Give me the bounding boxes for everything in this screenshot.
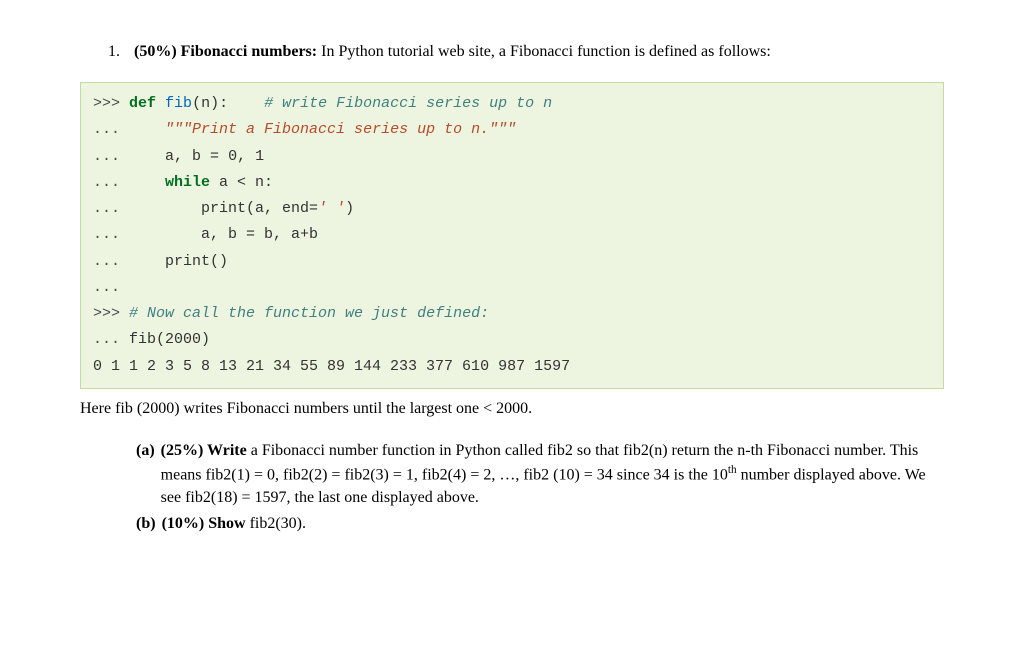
prompt: >>>	[93, 95, 129, 112]
code-line: a, b	[165, 148, 210, 165]
print-call: print	[165, 253, 210, 270]
part-a-body: (25%) Write a Fibonacci number function …	[161, 439, 944, 510]
code-block: >>> def fib(n): # write Fibonacci series…	[80, 82, 944, 389]
part-a-label: (a)	[136, 439, 155, 510]
paren: )	[345, 200, 354, 217]
prompt: ...	[93, 279, 129, 296]
prompt: ...	[93, 174, 129, 191]
code-output: 0 1 1 2 3 5 8 13 21 34 55 89 144 233 377…	[93, 358, 570, 375]
prompt: >>>	[93, 305, 129, 322]
question-intro: (50%) Fibonacci numbers: In Python tutor…	[134, 40, 944, 64]
question-header: 1. (50%) Fibonacci numbers: In Python tu…	[80, 40, 944, 64]
op: =	[210, 148, 219, 165]
nums: 0, 1	[219, 148, 264, 165]
keyword-def: def	[129, 95, 156, 112]
code-line: a, b = b, a+b	[201, 226, 318, 243]
print-args: (a, end=	[246, 200, 318, 217]
prompt: ...	[93, 226, 129, 243]
prompt: ...	[93, 200, 129, 217]
sub-questions: (a) (25%) Write a Fibonacci number funct…	[80, 439, 944, 535]
label-b: (b)	[136, 515, 156, 532]
prompt: ...	[93, 121, 129, 138]
part-b-text: fib2(30).	[246, 515, 306, 532]
part-a-verb: Write	[207, 442, 247, 459]
prompt: ...	[93, 331, 129, 348]
question-intro-text: In Python tutorial web site, a Fibonacci…	[321, 43, 771, 60]
part-b-body: (10%) Show fib2(30).	[162, 512, 944, 535]
part-b: (b) (10%) Show fib2(30).	[136, 512, 944, 535]
docstring: """Print a Fibonacci series up to n."""	[165, 121, 516, 138]
func-call: fib(2000)	[129, 331, 210, 348]
part-b-verb: Show	[208, 515, 245, 532]
prompt: ...	[93, 253, 129, 270]
keyword-while: while	[165, 174, 210, 191]
string-lit: ' '	[318, 200, 345, 217]
question-weight: (50%)	[134, 43, 177, 60]
comment: # Now call the function we just defined:	[129, 305, 489, 322]
while-cond: a < n:	[210, 174, 273, 191]
prompt: ...	[93, 148, 129, 165]
question-title: Fibonacci numbers:	[181, 43, 317, 60]
sig: (n):	[192, 95, 228, 112]
part-b-label: (b)	[136, 512, 156, 535]
label-a: (a)	[136, 442, 155, 459]
part-b-weight: (10%)	[162, 515, 205, 532]
superscript-th: th	[728, 464, 737, 476]
part-a-weight: (25%)	[161, 442, 204, 459]
part-a: (a) (25%) Write a Fibonacci number funct…	[136, 439, 944, 510]
print-call: print	[201, 200, 246, 217]
comment: # write Fibonacci series up to n	[264, 95, 552, 112]
question-number: 1.	[108, 40, 120, 64]
mid-explanation: Here fib (2000) writes Fibonacci numbers…	[80, 397, 944, 421]
paren: ()	[210, 253, 228, 270]
func-name: fib	[165, 95, 192, 112]
